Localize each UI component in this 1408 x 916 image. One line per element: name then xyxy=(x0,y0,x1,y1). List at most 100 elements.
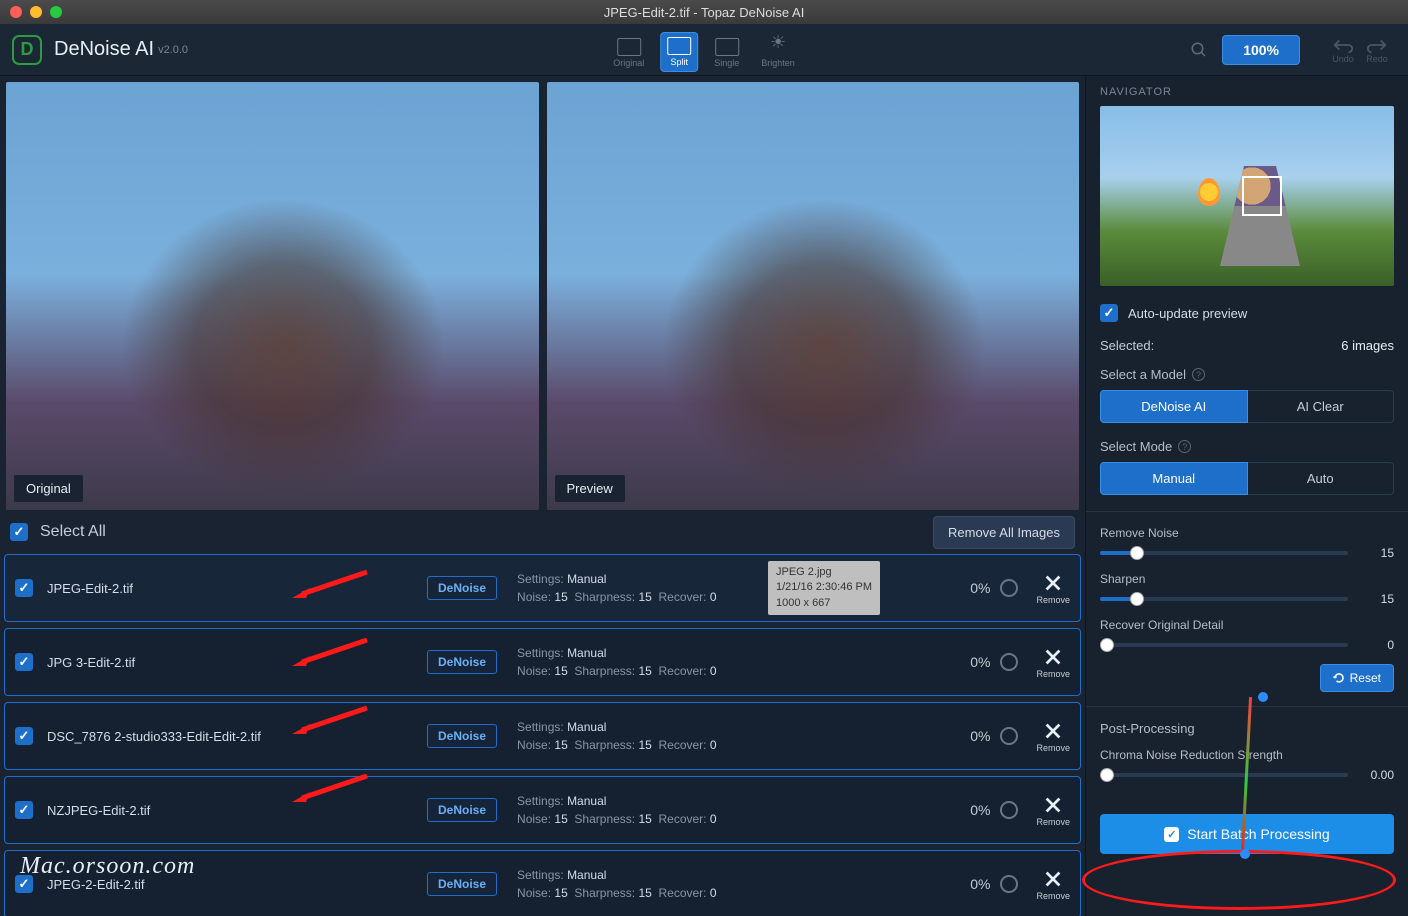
recover-slider[interactable] xyxy=(1100,643,1348,647)
app-logo-icon: D xyxy=(12,35,42,65)
image-icon xyxy=(617,38,641,56)
close-icon xyxy=(1042,646,1064,668)
recover-value: 0 xyxy=(1360,638,1394,652)
remove-row-button[interactable]: Remove xyxy=(1036,868,1070,901)
view-original-label: Original xyxy=(613,58,644,68)
selected-label: Selected: xyxy=(1100,338,1154,353)
file-row[interactable]: JPEG-Edit-2.tif DeNoise Settings: Manual… xyxy=(4,554,1081,622)
file-name: JPEG-2-Edit-2.tif xyxy=(47,877,427,892)
traffic-lights xyxy=(10,6,62,18)
denoise-button[interactable]: DeNoise xyxy=(427,724,497,748)
help-icon[interactable]: ? xyxy=(1178,440,1191,453)
model-segment: DeNoise AI AI Clear xyxy=(1100,390,1394,423)
close-icon xyxy=(1042,794,1064,816)
view-mode-group: Original Split Single ☀ Brighten xyxy=(607,28,801,72)
start-batch-button[interactable]: Start Batch Processing xyxy=(1100,814,1394,854)
annotation-dot xyxy=(1240,849,1250,859)
app-name: DeNoise AI xyxy=(54,38,154,61)
redo-label: Redo xyxy=(1366,54,1388,64)
undo-button[interactable]: Undo xyxy=(1332,36,1354,64)
progress-percent: 0% xyxy=(970,728,990,744)
post-processing-label: Post-Processing xyxy=(1100,721,1195,736)
remove-noise-value: 15 xyxy=(1360,546,1394,560)
file-meta: Settings: Manual Noise: 15 Sharpness: 15… xyxy=(517,570,970,606)
denoise-button[interactable]: DeNoise xyxy=(427,576,497,600)
remove-row-button[interactable]: Remove xyxy=(1036,720,1070,753)
select-all-bar: Select All Remove All Images xyxy=(0,510,1085,554)
preview-original-panel[interactable]: Original xyxy=(6,82,539,510)
select-model-label: Select a Model xyxy=(1100,367,1186,382)
mode-segment: Manual Auto xyxy=(1100,462,1394,495)
help-icon[interactable]: ? xyxy=(1192,368,1205,381)
remove-noise-slider[interactable] xyxy=(1100,551,1348,555)
file-row[interactable]: NZJPEG-Edit-2.tif DeNoise Settings: Manu… xyxy=(4,776,1081,844)
file-meta: Settings: Manual Noise: 15 Sharpness: 15… xyxy=(517,644,970,680)
mode-manual-button[interactable]: Manual xyxy=(1100,462,1248,495)
file-row[interactable]: JPEG-2-Edit-2.tif DeNoise Settings: Manu… xyxy=(4,850,1081,916)
mode-auto-button[interactable]: Auto xyxy=(1248,462,1395,495)
progress-radio xyxy=(1000,727,1018,745)
model-denoise-button[interactable]: DeNoise AI xyxy=(1100,390,1248,423)
auto-update-row: Auto-update preview xyxy=(1100,304,1394,322)
row-checkbox[interactable] xyxy=(15,875,33,893)
file-meta: Settings: Manual Noise: 15 Sharpness: 15… xyxy=(517,866,970,902)
file-name: JPG 3-Edit-2.tif xyxy=(47,655,427,670)
search-icon[interactable] xyxy=(1190,41,1208,59)
window-titlebar: JPEG-Edit-2.tif - Topaz DeNoise AI xyxy=(0,0,1408,24)
remove-row-button[interactable]: Remove xyxy=(1036,572,1070,605)
remove-label: Remove xyxy=(1036,595,1070,605)
chroma-slider[interactable] xyxy=(1100,773,1348,777)
redo-button[interactable]: Redo xyxy=(1366,36,1388,64)
row-checkbox[interactable] xyxy=(15,727,33,745)
top-toolbar: D DeNoise AI v2.0.0 Original Split Singl… xyxy=(0,24,1408,76)
start-checkbox-icon xyxy=(1164,827,1179,842)
remove-label: Remove xyxy=(1036,743,1070,753)
close-icon xyxy=(1042,868,1064,890)
progress-radio xyxy=(1000,875,1018,893)
view-original-button[interactable]: Original xyxy=(607,34,650,72)
navigator-figure xyxy=(1220,166,1300,266)
remove-label: Remove xyxy=(1036,669,1070,679)
brighten-button[interactable]: ☀ Brighten xyxy=(755,28,801,72)
undo-label: Undo xyxy=(1332,54,1354,64)
row-checkbox[interactable] xyxy=(15,801,33,819)
remove-row-button[interactable]: Remove xyxy=(1036,794,1070,827)
remove-label: Remove xyxy=(1036,817,1070,827)
auto-update-checkbox[interactable] xyxy=(1100,304,1118,322)
maximize-window-icon[interactable] xyxy=(50,6,62,18)
row-checkbox[interactable] xyxy=(15,579,33,597)
zoom-level-button[interactable]: 100% xyxy=(1222,35,1300,65)
select-all-label: Select All xyxy=(40,523,106,541)
preview-processed-panel[interactable]: Preview xyxy=(547,82,1080,510)
sharpen-label: Sharpen xyxy=(1100,572,1394,586)
file-meta: Settings: Manual Noise: 15 Sharpness: 15… xyxy=(517,718,970,754)
close-window-icon[interactable] xyxy=(10,6,22,18)
navigator-thumbnail[interactable] xyxy=(1100,106,1394,286)
progress-percent: 0% xyxy=(970,580,990,596)
progress-percent: 0% xyxy=(970,654,990,670)
file-row[interactable]: DSC_7876 2-studio333-Edit-Edit-2.tif DeN… xyxy=(4,702,1081,770)
denoise-button[interactable]: DeNoise xyxy=(427,650,497,674)
denoise-button[interactable]: DeNoise xyxy=(427,798,497,822)
row-checkbox[interactable] xyxy=(15,653,33,671)
reset-label: Reset xyxy=(1350,671,1381,685)
remove-all-button[interactable]: Remove All Images xyxy=(933,516,1075,549)
annotation-dot xyxy=(1258,692,1268,702)
view-single-button[interactable]: Single xyxy=(708,34,745,72)
reset-button[interactable]: Reset xyxy=(1320,664,1394,692)
minimize-window-icon[interactable] xyxy=(30,6,42,18)
single-icon xyxy=(715,38,739,56)
file-row[interactable]: JPG 3-Edit-2.tif DeNoise Settings: Manua… xyxy=(4,628,1081,696)
sharpen-slider[interactable] xyxy=(1100,597,1348,601)
file-name: DSC_7876 2-studio333-Edit-Edit-2.tif xyxy=(47,729,427,744)
remove-row-button[interactable]: Remove xyxy=(1036,646,1070,679)
brighten-icon: ☀ xyxy=(766,32,790,56)
view-single-label: Single xyxy=(714,58,739,68)
file-name: JPEG-Edit-2.tif xyxy=(47,581,427,596)
denoise-button[interactable]: DeNoise xyxy=(427,872,497,896)
progress-percent: 0% xyxy=(970,876,990,892)
view-split-button[interactable]: Split xyxy=(660,32,698,72)
model-aiclear-button[interactable]: AI Clear xyxy=(1248,390,1395,423)
divider xyxy=(1086,511,1408,512)
select-all-checkbox[interactable] xyxy=(10,523,28,541)
